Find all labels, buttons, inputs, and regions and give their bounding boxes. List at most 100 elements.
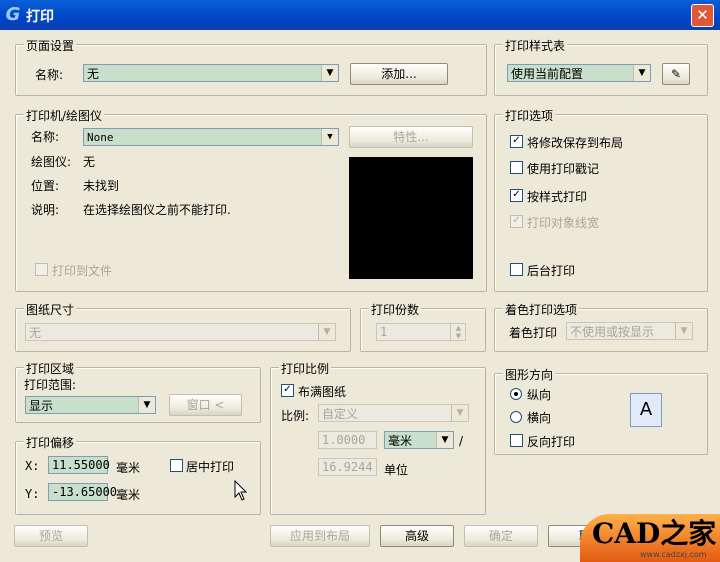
- edit-style-icon[interactable]: ✎: [662, 63, 690, 85]
- offset-x-value: 11.55000: [52, 458, 110, 472]
- plot-range-value: 显示: [29, 399, 54, 413]
- scale-num2-input[interactable]: 16.9244: [318, 458, 377, 476]
- background-plot-checkbox[interactable]: [510, 263, 523, 276]
- scale-unit-value: 毫米: [388, 434, 413, 448]
- plot-range-label: 打印范围:: [24, 378, 77, 392]
- lineweights-checkbox[interactable]: ✓: [510, 215, 523, 228]
- save-to-layout-label: 将修改保存到布局: [527, 136, 624, 150]
- copies-spinner-icon[interactable]: ▲ ▼: [450, 324, 466, 340]
- offset-y-unit: 毫米: [116, 488, 141, 502]
- chevron-down-icon: ▼: [321, 129, 338, 145]
- fit-to-paper-checkbox[interactable]: ✓: [281, 384, 294, 397]
- watermark-url: www.cadzxj.com: [640, 550, 707, 559]
- scale-unit-combo[interactable]: 毫米 ▼: [384, 431, 454, 449]
- apply-to-layout-button[interactable]: 应用到布局: [270, 525, 370, 547]
- offset-x-unit: 毫米: [116, 461, 141, 475]
- close-button[interactable]: ✕: [691, 4, 714, 27]
- paper-size-value: 无: [29, 326, 42, 340]
- ok-button[interactable]: 确定: [464, 525, 538, 547]
- reverse-plot-label: 反向打印: [527, 435, 576, 449]
- shade-plot-value: 不使用或按显示: [570, 325, 655, 339]
- location-value: 未找到: [83, 179, 120, 193]
- chevron-down-icon: ▼: [451, 405, 468, 421]
- reverse-plot-checkbox[interactable]: [510, 434, 523, 447]
- add-button[interactable]: 添加...: [350, 63, 448, 85]
- print-options-legend: 打印选项: [503, 107, 556, 124]
- title-bar: G 打印 ✕: [0, 0, 720, 30]
- preview-button[interactable]: 预览: [14, 525, 88, 547]
- shade-plot-label: 着色打印: [509, 326, 558, 340]
- chevron-down-icon: ▼: [318, 324, 335, 340]
- dialog-title: 打印: [26, 9, 54, 25]
- plot-range-combo[interactable]: 显示 ▼: [25, 396, 156, 414]
- chevron-down-icon: ▼: [633, 65, 650, 81]
- app-icon: G: [5, 4, 21, 25]
- page-setup-name-combo[interactable]: 无 ▼: [83, 64, 339, 82]
- properties-button[interactable]: 特性...: [349, 126, 473, 148]
- style-table-combo[interactable]: 使用当前配置 ▼: [507, 64, 651, 82]
- orientation-icon: A: [630, 393, 662, 427]
- printer-legend: 打印机/绘图仪: [24, 107, 105, 124]
- page-setup-legend: 页面设置: [24, 37, 77, 54]
- landscape-label: 横向: [527, 411, 552, 425]
- plot-with-styles-checkbox[interactable]: ✓: [510, 189, 523, 202]
- save-to-layout-checkbox[interactable]: ✓: [510, 135, 523, 148]
- plot-area-legend: 打印区域: [24, 360, 77, 377]
- copies-legend: 打印份数: [369, 301, 422, 318]
- mouse-cursor-icon: [234, 480, 248, 501]
- printer-name-value: None: [87, 131, 114, 144]
- background-plot-label: 后台打印: [527, 264, 576, 278]
- location-label: 位置:: [31, 179, 60, 193]
- plot-with-styles-label: 按样式打印: [527, 190, 588, 204]
- printer-name-combo[interactable]: None ▼: [83, 128, 339, 146]
- chevron-down-icon: ▼: [436, 432, 453, 448]
- window-button[interactable]: 窗口 <: [169, 394, 242, 416]
- page-setup-name-value: 无: [87, 67, 100, 81]
- printer-name-label: 名称:: [31, 130, 60, 144]
- plot-scale-legend: 打印比例: [279, 360, 332, 377]
- plot-stamp-checkbox[interactable]: [510, 161, 523, 174]
- paper-size-legend: 图纸尺寸: [24, 301, 77, 318]
- paper-size-combo[interactable]: 无 ▼: [25, 323, 336, 341]
- description-label: 说明:: [31, 203, 60, 217]
- scale-slash: /: [459, 434, 464, 448]
- chevron-down-icon: ▼: [138, 397, 155, 413]
- advanced-button[interactable]: 高级: [380, 525, 454, 547]
- chevron-down-icon: ▼: [321, 65, 338, 81]
- offset-y-value: -13.65000: [52, 485, 118, 499]
- plot-offset-legend: 打印偏移: [24, 434, 77, 451]
- center-plot-label: 居中打印: [186, 460, 235, 474]
- plot-preview: [349, 157, 473, 279]
- copies-value: 1: [380, 325, 388, 339]
- print-to-file-checkbox[interactable]: [35, 263, 48, 276]
- plot-offset-group: 打印偏移: [15, 434, 261, 515]
- page-setup-name-label: 名称:: [35, 68, 64, 82]
- scale-ratio-combo[interactable]: 自定义 ▼: [318, 404, 469, 422]
- fit-to-paper-label: 布满图纸: [298, 385, 347, 399]
- plotter-label: 绘图仪:: [31, 155, 72, 169]
- lineweights-label: 打印对象线宽: [527, 216, 600, 230]
- offset-x-label: X:: [25, 459, 40, 473]
- offset-y-input[interactable]: -13.65000: [48, 483, 117, 501]
- offset-x-input[interactable]: 11.55000: [48, 456, 110, 474]
- shade-plot-combo[interactable]: 不使用或按显示 ▼: [566, 322, 693, 340]
- scale-ratio-label: 比例:: [281, 409, 310, 423]
- portrait-label: 纵向: [527, 388, 552, 402]
- print-dialog: G 打印 ✕ 页面设置 名称: 无 ▼ 添加... 打印样式表 使用当前配置 ▼…: [0, 0, 720, 562]
- print-to-file-label: 打印到文件: [52, 264, 113, 278]
- shade-options-legend: 着色打印选项: [503, 301, 580, 318]
- scale-ratio-value: 自定义: [322, 407, 359, 421]
- style-table-legend: 打印样式表: [503, 37, 568, 54]
- offset-y-label: Y:: [25, 487, 40, 501]
- style-table-value: 使用当前配置: [511, 67, 584, 81]
- landscape-radio[interactable]: [510, 411, 522, 423]
- orientation-legend: 图形方向: [503, 366, 556, 383]
- scale-unit2-label: 单位: [384, 463, 409, 477]
- scale-num1-input[interactable]: 1.0000: [318, 431, 377, 449]
- description-value: 在选择绘图仪之前不能打印.: [83, 203, 231, 217]
- scale-num2-value: 16.9244: [322, 460, 373, 474]
- portrait-radio[interactable]: [510, 388, 522, 400]
- center-plot-checkbox[interactable]: [170, 459, 183, 472]
- chevron-down-icon: ▼: [675, 323, 692, 339]
- scale-num1-value: 1.0000: [322, 433, 366, 447]
